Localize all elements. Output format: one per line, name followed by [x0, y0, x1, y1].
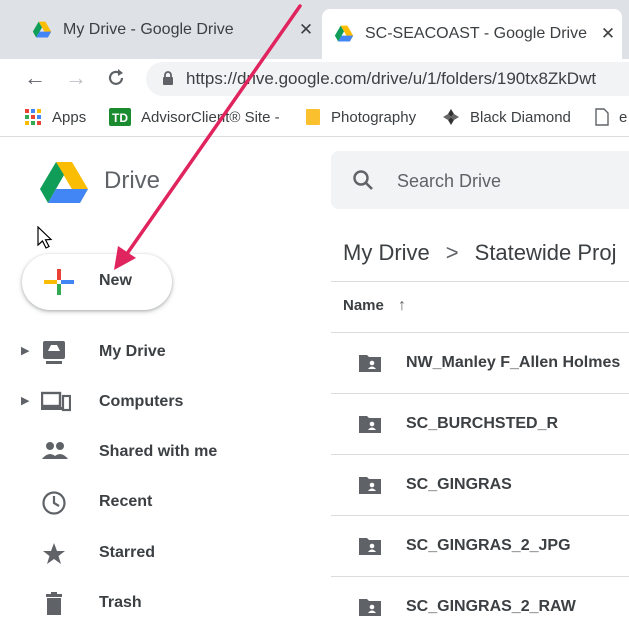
bookmark-black-diamond[interactable]: Black Diamond	[442, 108, 571, 126]
bookmark-photography[interactable]: Photography	[305, 108, 416, 126]
sidebar-item-recent[interactable]: Recent	[0, 482, 320, 522]
back-icon[interactable]: ←	[24, 65, 46, 91]
bookmark-label: Photography	[331, 108, 417, 126]
sort-arrow-icon[interactable]: ↑	[398, 297, 406, 315]
expand-caret-icon[interactable]: ▶	[21, 344, 29, 357]
file-name: SC_BURCHSTED_R	[406, 415, 559, 432]
drive-brand[interactable]: Drive	[104, 167, 160, 195]
shared-icon	[42, 442, 68, 459]
sidebar-item-shared[interactable]: Shared with me	[0, 432, 320, 472]
sidebar-item-trash[interactable]: Trash	[0, 583, 320, 620]
close-tab-icon[interactable]: ✕	[292, 20, 320, 40]
drive-logo-icon	[40, 162, 88, 203]
expand-caret-icon[interactable]: ▶	[21, 394, 29, 407]
page-icon	[595, 108, 609, 126]
bookmark-apps[interactable]: Apps	[24, 108, 86, 126]
forward-icon[interactable]: →	[65, 65, 87, 91]
sidebar-item-computers[interactable]: ▶ Computers	[0, 382, 320, 422]
breadcrumb-separator-icon: >	[445, 240, 459, 265]
sidebar-item-my-drive[interactable]: ▶ My Drive	[0, 332, 320, 372]
bookmarks-bar: Apps TD AdvisorClient® Site - Photograph…	[0, 100, 629, 137]
address-bar[interactable]: https://drive.google.com/drive/u/1/folde…	[146, 62, 629, 96]
file-name: NW_Manley F_Allen Holmes	[406, 354, 621, 371]
file-name: SC_GINGRAS_2_RAW	[406, 598, 576, 615]
clock-icon	[42, 491, 66, 515]
shared-folder-icon	[359, 416, 381, 433]
diamond-icon	[443, 109, 459, 125]
file-name: SC_GINGRAS	[406, 476, 512, 493]
shared-folder-icon	[359, 355, 381, 372]
star-icon	[43, 543, 65, 564]
file-row[interactable]: SC_GINGRAS	[331, 455, 629, 516]
file-row[interactable]: SC_BURCHSTED_R	[331, 394, 629, 455]
reload-icon[interactable]	[106, 68, 126, 88]
google-drive-favicon	[32, 21, 52, 38]
sidebar-item-label: My Drive	[99, 343, 166, 360]
column-header-name[interactable]: Name	[343, 297, 384, 314]
plus-icon	[44, 269, 74, 295]
bookmark-label: Apps	[52, 108, 87, 126]
shared-folder-icon	[359, 599, 381, 616]
sidebar-item-label: Recent	[99, 493, 153, 510]
new-button-label: New	[99, 272, 132, 289]
shared-folder-icon	[359, 538, 381, 555]
browser-toolbar: ← → https://drive.google.com/drive/u/1/f…	[0, 59, 629, 99]
bookmark-label: AdvisorClient® Site -	[141, 108, 280, 126]
file-row[interactable]: NW_Manley F_Allen Holmes	[331, 333, 629, 394]
shared-folder-icon	[359, 477, 381, 494]
new-button[interactable]: New	[22, 254, 172, 310]
bookmark-page[interactable]: e	[595, 108, 627, 126]
td-icon: TD	[109, 108, 131, 126]
file-row[interactable]: SC_GINGRAS_2_JPG	[331, 516, 629, 577]
search-placeholder: Search Drive	[397, 171, 502, 191]
google-drive-favicon	[334, 25, 354, 42]
url-text: https://drive.google.com/drive/u/1/folde…	[186, 69, 597, 88]
my-drive-icon	[43, 341, 65, 364]
sidebar-item-starred[interactable]: Starred	[0, 533, 320, 573]
breadcrumb-current[interactable]: Statewide Proj	[475, 240, 617, 265]
tab-title: My Drive - Google Drive	[63, 21, 234, 38]
tab-my-drive[interactable]: My Drive - Google Drive ✕	[20, 8, 320, 52]
breadcrumb-root[interactable]: My Drive	[343, 240, 430, 265]
computers-icon	[41, 391, 71, 412]
search-drive[interactable]: Search Drive	[331, 151, 629, 209]
apps-grid-icon	[25, 109, 41, 125]
lock-icon	[163, 71, 173, 85]
tab-strip: My Drive - Google Drive ✕ SC-SEACOAST - …	[0, 0, 629, 59]
sidebar-item-label: Trash	[99, 594, 142, 611]
file-row[interactable]: SC_GINGRAS_2_RAW	[331, 577, 629, 620]
bookmark-label: e	[619, 108, 628, 126]
sidebar-item-label: Computers	[99, 393, 184, 410]
breadcrumb: My Drive > Statewide Proj	[343, 240, 617, 266]
mouse-cursor-icon	[37, 226, 53, 249]
divider	[331, 281, 629, 282]
trash-icon	[46, 592, 62, 615]
svg-text:TD: TD	[112, 111, 128, 125]
sidebar-item-label: Shared with me	[99, 443, 218, 460]
sidebar-item-label: Starred	[99, 544, 156, 561]
tab-title: SC-SEACOAST - Google Drive	[365, 25, 587, 42]
folder-icon	[306, 109, 320, 125]
bookmark-label: Black Diamond	[470, 108, 571, 126]
bookmark-advisorclient[interactable]: TD AdvisorClient® Site -	[109, 108, 280, 126]
file-name: SC_GINGRAS_2_JPG	[406, 537, 571, 554]
search-icon	[353, 170, 373, 190]
tab-sc-seacoast[interactable]: SC-SEACOAST - Google Drive ✕	[322, 9, 622, 59]
close-tab-icon[interactable]: ✕	[594, 24, 622, 44]
screenshot-frame: My Drive - Google Drive ✕ SC-SEACOAST - …	[0, 0, 629, 620]
